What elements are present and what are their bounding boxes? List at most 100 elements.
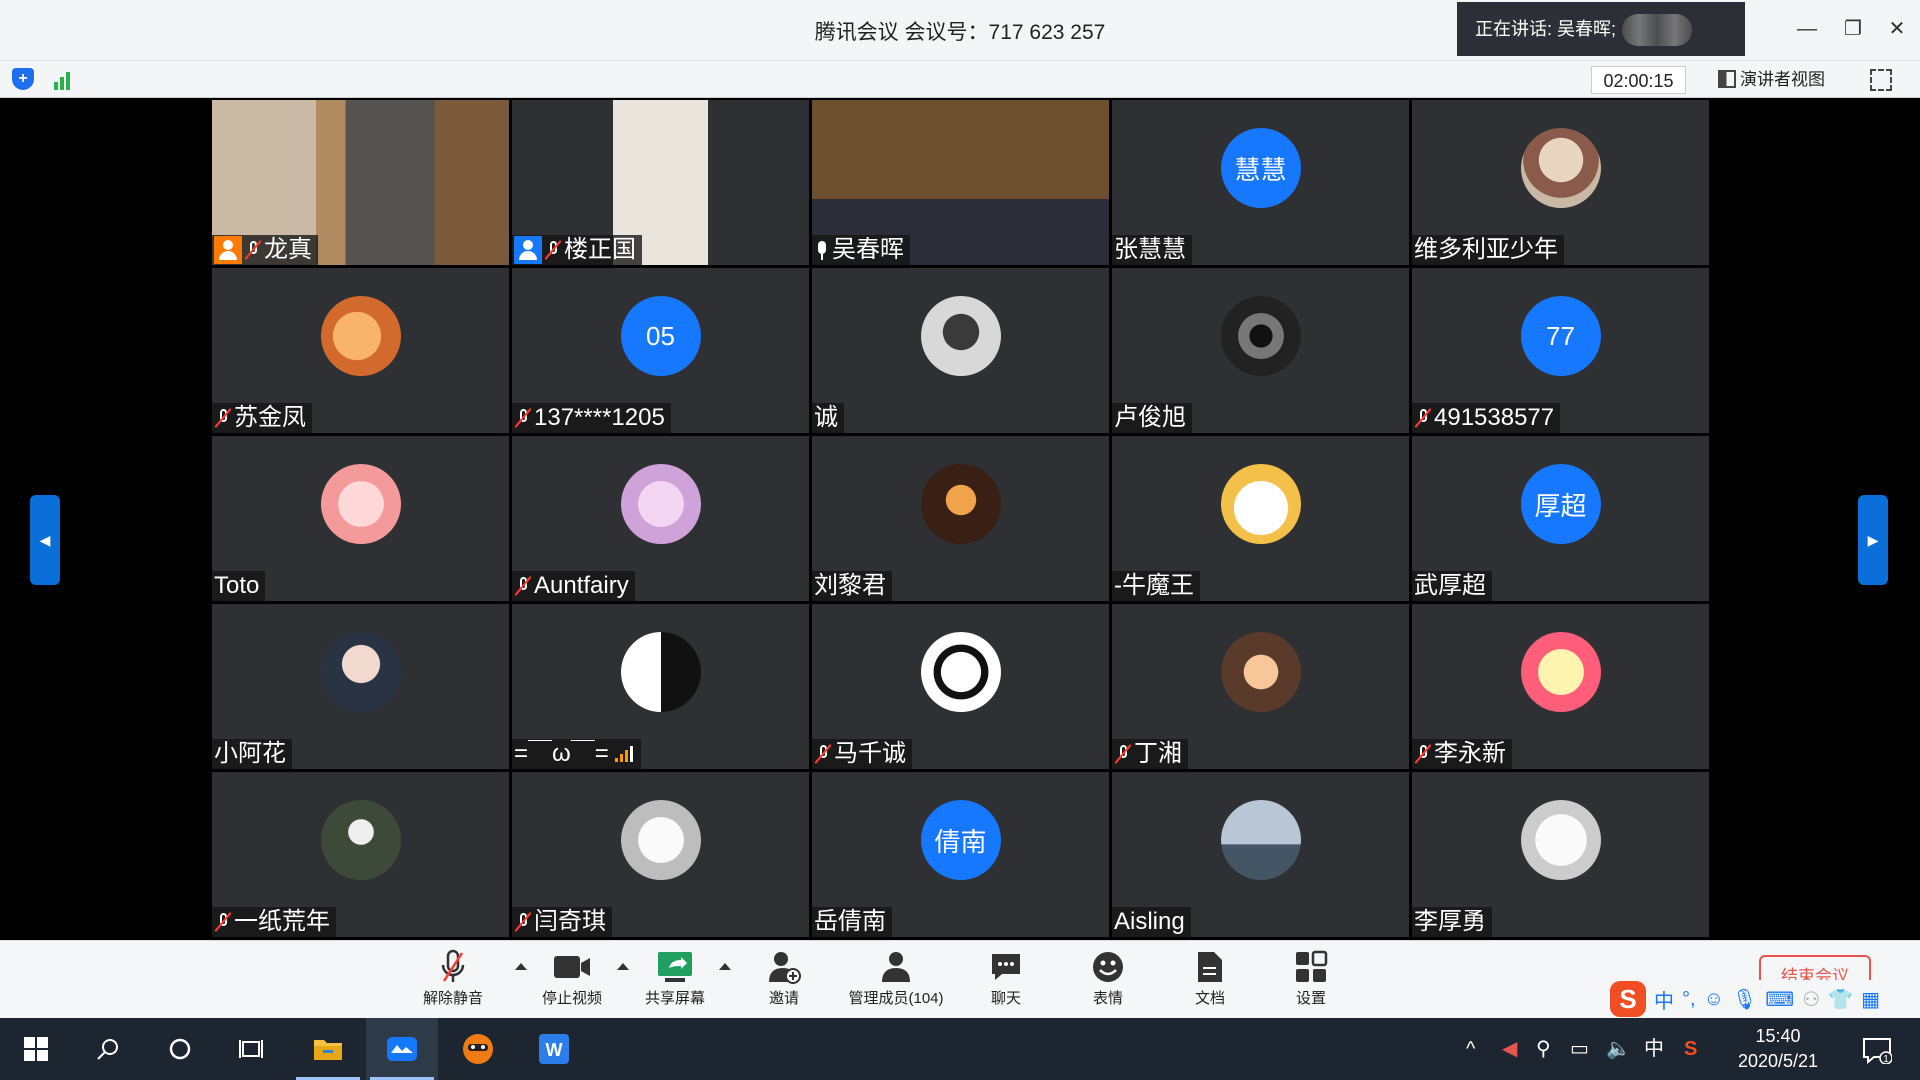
participant-name: 137****1205 bbox=[534, 404, 665, 431]
ime-lang-label[interactable]: 中 bbox=[1654, 985, 1674, 1014]
volume-icon[interactable]: 🔈 bbox=[1606, 1018, 1631, 1080]
stop-video-button[interactable]: 停止视频 bbox=[534, 947, 610, 1008]
minimize-icon[interactable]: — bbox=[1792, 14, 1822, 44]
clock-time: 15:40 bbox=[1755, 1026, 1801, 1046]
participant-tile[interactable]: 吴春晖 bbox=[812, 100, 1109, 265]
participant-tile[interactable]: 倩南 岳倩南 bbox=[812, 772, 1109, 937]
restore-icon[interactable]: ❐ bbox=[1838, 14, 1868, 44]
voice-input-icon[interactable]: 🎙 bbox=[1732, 987, 1757, 1012]
participant-tile[interactable]: 楼正国 bbox=[512, 100, 809, 265]
participant-tile[interactable]: 苏金凤 bbox=[212, 268, 509, 433]
share-screen-button[interactable]: 共享屏幕 bbox=[635, 947, 715, 1008]
participant-name: 卢俊旭 bbox=[1114, 404, 1186, 431]
windows-start-icon[interactable] bbox=[0, 1018, 72, 1080]
network-signal-icon[interactable] bbox=[54, 70, 76, 90]
keyboard-icon[interactable]: ⌨ bbox=[1765, 987, 1794, 1012]
presenter-view-button[interactable]: 演讲者视图 bbox=[1718, 66, 1846, 94]
participant-avatar: 77 bbox=[1520, 296, 1601, 376]
sogou-tray-icon[interactable]: S bbox=[1684, 1018, 1697, 1080]
user-icon[interactable]: ⚇ bbox=[1802, 987, 1820, 1012]
task-view-icon[interactable] bbox=[216, 1018, 288, 1080]
participant-tile[interactable]: 刘黎君 bbox=[812, 436, 1109, 601]
search-icon[interactable] bbox=[72, 1018, 144, 1080]
participant-tile[interactable]: =￣ω￣= bbox=[512, 604, 809, 769]
prev-page-arrow-icon[interactable]: ◀ bbox=[30, 495, 60, 585]
tray-app-icon[interactable]: ◀ bbox=[1502, 1018, 1517, 1080]
tencent-meeting-icon[interactable] bbox=[366, 1018, 438, 1080]
share-options-caret-icon[interactable] bbox=[719, 963, 731, 970]
chat-button[interactable]: 聊天 bbox=[968, 947, 1044, 1008]
participant-name: 龙真 bbox=[264, 236, 312, 263]
participant-avatar bbox=[1520, 632, 1601, 712]
participant-tile[interactable]: Toto bbox=[212, 436, 509, 601]
participant-nameplate: 张慧慧 bbox=[1112, 235, 1192, 265]
participant-tile[interactable]: 马千诚 bbox=[812, 604, 1109, 769]
meeting-info-bar: + 02:00:15 演讲者视图 bbox=[0, 60, 1920, 98]
fullscreen-icon[interactable] bbox=[1870, 69, 1892, 91]
blurred-avatar bbox=[1622, 14, 1693, 47]
participant-tile[interactable]: 厚超 武厚超 bbox=[1412, 436, 1709, 601]
notification-center-icon[interactable]: 1 bbox=[1862, 1018, 1893, 1080]
participant-tile[interactable]: 龙真 bbox=[212, 100, 509, 265]
mic-muted-icon bbox=[441, 949, 465, 982]
windows-taskbar: W ^ ◀ ⚲ ▭ 🔈 中 S 15:40 2020/5/21 1 bbox=[0, 1018, 1920, 1080]
manage-members-button[interactable]: 管理成员(104) bbox=[836, 947, 956, 1008]
participant-tile[interactable]: 诚 bbox=[812, 268, 1109, 433]
video-options-caret-icon[interactable] bbox=[617, 963, 629, 970]
invite-user-icon bbox=[769, 952, 801, 984]
battery-icon[interactable]: ▭ bbox=[1570, 1018, 1589, 1080]
skin-icon[interactable]: 👕 bbox=[1828, 987, 1853, 1012]
invite-button[interactable]: 邀请 bbox=[746, 947, 822, 1008]
participant-avatar bbox=[320, 464, 401, 544]
participant-tile[interactable]: 丁湘 bbox=[1112, 604, 1409, 769]
participant-tile[interactable]: 一纸荒年 bbox=[212, 772, 509, 937]
mic-muted-icon bbox=[816, 743, 830, 765]
participant-tile[interactable]: Auntfairy bbox=[512, 436, 809, 601]
system-clock[interactable]: 15:40 2020/5/21 bbox=[1718, 1024, 1838, 1074]
toolbox-icon[interactable]: ▦ bbox=[1861, 987, 1880, 1012]
participant-tile[interactable]: 闫奇琪 bbox=[512, 772, 809, 937]
participant-nameplate: 武厚超 bbox=[1412, 571, 1492, 601]
participant-tile[interactable]: 小阿花 bbox=[212, 604, 509, 769]
tray-usb-icon[interactable]: ⚲ bbox=[1536, 1018, 1551, 1080]
sogou-logo-icon[interactable]: S bbox=[1610, 981, 1646, 1017]
participant-name: 491538577 bbox=[1434, 404, 1555, 431]
unmute-button[interactable]: 解除静音 bbox=[415, 947, 491, 1008]
participant-tile[interactable]: -牛魔王 bbox=[1112, 436, 1409, 601]
smiley-icon[interactable]: ☺ bbox=[1704, 988, 1724, 1011]
unmute-label: 解除静音 bbox=[422, 990, 483, 1007]
participant-nameplate: 一纸荒年 bbox=[212, 907, 336, 937]
participant-tile[interactable]: 李永新 bbox=[1412, 604, 1709, 769]
tray-expand-icon[interactable]: ^ bbox=[1466, 1018, 1475, 1080]
file-explorer-icon[interactable] bbox=[292, 1018, 364, 1080]
participant-nameplate: 卢俊旭 bbox=[1112, 403, 1192, 433]
audio-options-caret-icon[interactable] bbox=[515, 963, 527, 970]
participant-tile[interactable]: 维多利亚少年 bbox=[1412, 100, 1709, 265]
participant-tile[interactable]: 05 137****1205 bbox=[512, 268, 809, 433]
chat-icon bbox=[992, 954, 1020, 980]
participant-tile[interactable]: 卢俊旭 bbox=[1112, 268, 1409, 433]
next-page-arrow-icon[interactable]: ▶ bbox=[1858, 495, 1888, 585]
app-avatar-icon[interactable] bbox=[442, 1018, 514, 1080]
docs-button[interactable]: 文档 bbox=[1172, 947, 1248, 1008]
participant-nameplate: 小阿花 bbox=[212, 739, 292, 769]
security-shield-icon[interactable]: + bbox=[12, 68, 34, 90]
participant-nameplate: 吴春晖 bbox=[812, 235, 910, 265]
participant-nameplate: 楼正国 bbox=[512, 235, 642, 265]
invite-label: 邀请 bbox=[768, 990, 799, 1007]
participant-tile[interactable]: 李厚勇 bbox=[1412, 772, 1709, 937]
participant-tile[interactable]: 77 491538577 bbox=[1412, 268, 1709, 433]
participant-tile[interactable]: Aisling bbox=[1112, 772, 1409, 937]
close-icon[interactable]: ✕ bbox=[1882, 14, 1912, 44]
emoji-button[interactable]: 表情 bbox=[1070, 947, 1146, 1008]
settings-button[interactable]: 设置 bbox=[1273, 947, 1349, 1008]
participant-tile[interactable]: 慧慧 张慧慧 bbox=[1112, 100, 1409, 265]
wps-writer-icon[interactable]: W bbox=[518, 1018, 590, 1080]
punctuation-icon[interactable]: °, bbox=[1682, 988, 1696, 1011]
mic-muted-icon bbox=[516, 407, 530, 429]
settings-grid-icon bbox=[1296, 950, 1328, 982]
participant-nameplate: 苏金凤 bbox=[212, 403, 312, 433]
input-language-label[interactable]: 中 bbox=[1644, 1018, 1664, 1080]
cortana-icon[interactable] bbox=[144, 1018, 216, 1080]
settings-label: 设置 bbox=[1295, 990, 1326, 1007]
